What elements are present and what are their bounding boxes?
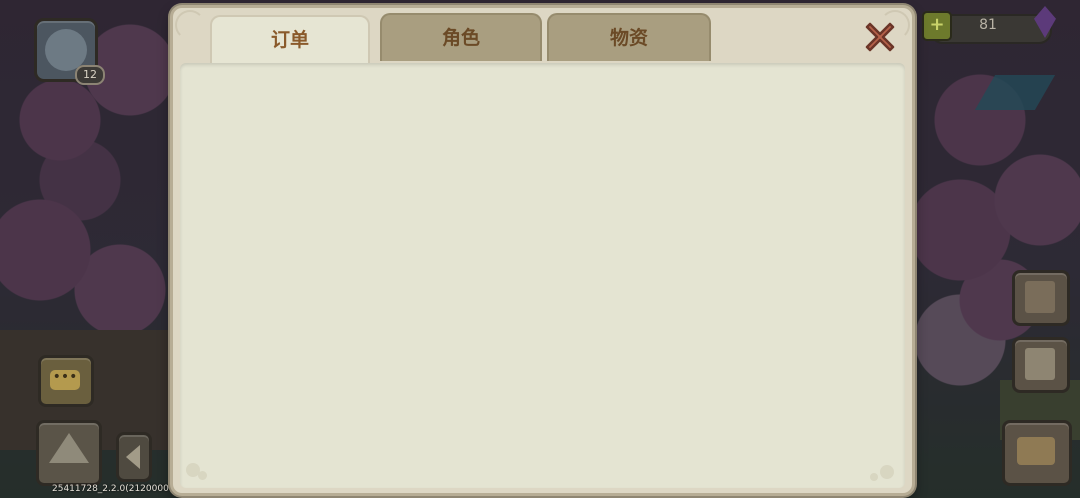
tasks-button[interactable] — [1012, 337, 1070, 393]
tab-orders[interactable]: 订单 — [210, 15, 370, 65]
gem-count: 81 — [979, 17, 997, 33]
tab-supplies[interactable]: 物资 — [547, 13, 711, 61]
home-icon — [49, 433, 89, 463]
arrow-left-icon — [126, 445, 140, 469]
orders-panel: 订单 角色 物资 — [170, 5, 915, 496]
book-icon — [1025, 281, 1055, 313]
decor-bubble — [198, 471, 207, 480]
collapse-left-button[interactable] — [116, 432, 152, 482]
book-button[interactable] — [1012, 270, 1070, 326]
checklist-icon — [1025, 348, 1055, 380]
treasure-chest-icon — [1017, 437, 1055, 465]
close-button[interactable] — [861, 18, 899, 56]
player-avatar-button[interactable]: 12 — [34, 18, 105, 85]
panel-corner-ornament — [175, 10, 205, 40]
decor-bubble — [880, 465, 894, 479]
tab-characters[interactable]: 角色 — [380, 13, 542, 61]
home-button[interactable] — [36, 420, 102, 486]
chest-button[interactable] — [1002, 420, 1072, 486]
panel-content-area — [180, 63, 905, 488]
chat-button[interactable]: ••• — [38, 355, 94, 407]
close-icon — [865, 22, 895, 52]
avatar-level-badge: 12 — [75, 65, 105, 85]
game-screen: 12 ••• + 81 25411728_2.2.0(2120000012)_T… — [0, 0, 1080, 498]
decor-bubble — [870, 473, 878, 481]
add-gems-button[interactable]: + — [922, 11, 952, 41]
chat-icon: ••• — [50, 370, 80, 390]
